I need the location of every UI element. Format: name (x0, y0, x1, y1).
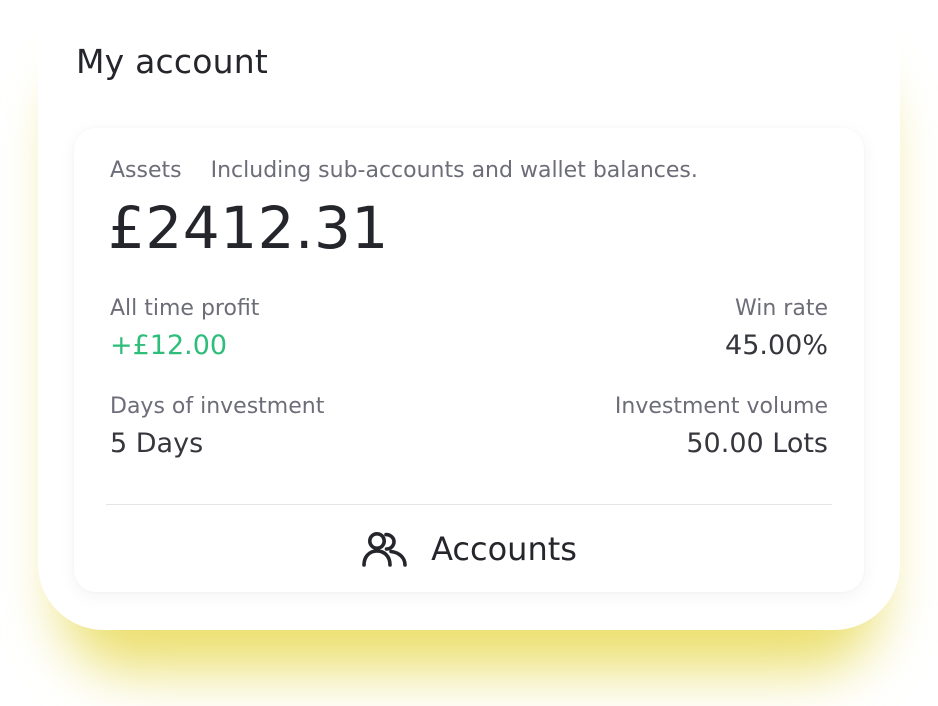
assets-header: Assets Including sub-accounts and wallet… (110, 158, 698, 183)
win-rate-value: 45.00% (725, 330, 828, 361)
assets-panel: Assets Including sub-accounts and wallet… (74, 128, 864, 592)
assets-note: Including sub-accounts and wallet balanc… (210, 158, 698, 183)
all-time-profit-value: +£12.00 (110, 330, 228, 361)
divider (106, 504, 832, 505)
users-icon (361, 531, 409, 567)
assets-total: £2412.31 (108, 194, 389, 262)
days-of-investment-value: 5 Days (110, 428, 204, 459)
investment-volume-value: 50.00 Lots (686, 428, 828, 459)
days-of-investment-label: Days of investment (110, 394, 325, 419)
accounts-button[interactable]: Accounts (74, 506, 864, 592)
investment-volume-label: Investment volume (614, 394, 828, 419)
page: My account Assets Including sub-accounts… (0, 0, 938, 706)
account-card: My account Assets Including sub-accounts… (38, 0, 900, 630)
card-title: My account (76, 42, 268, 81)
accounts-label: Accounts (431, 530, 577, 568)
win-rate-label: Win rate (734, 296, 828, 321)
assets-label: Assets (110, 158, 182, 183)
all-time-profit-label: All time profit (110, 296, 260, 321)
